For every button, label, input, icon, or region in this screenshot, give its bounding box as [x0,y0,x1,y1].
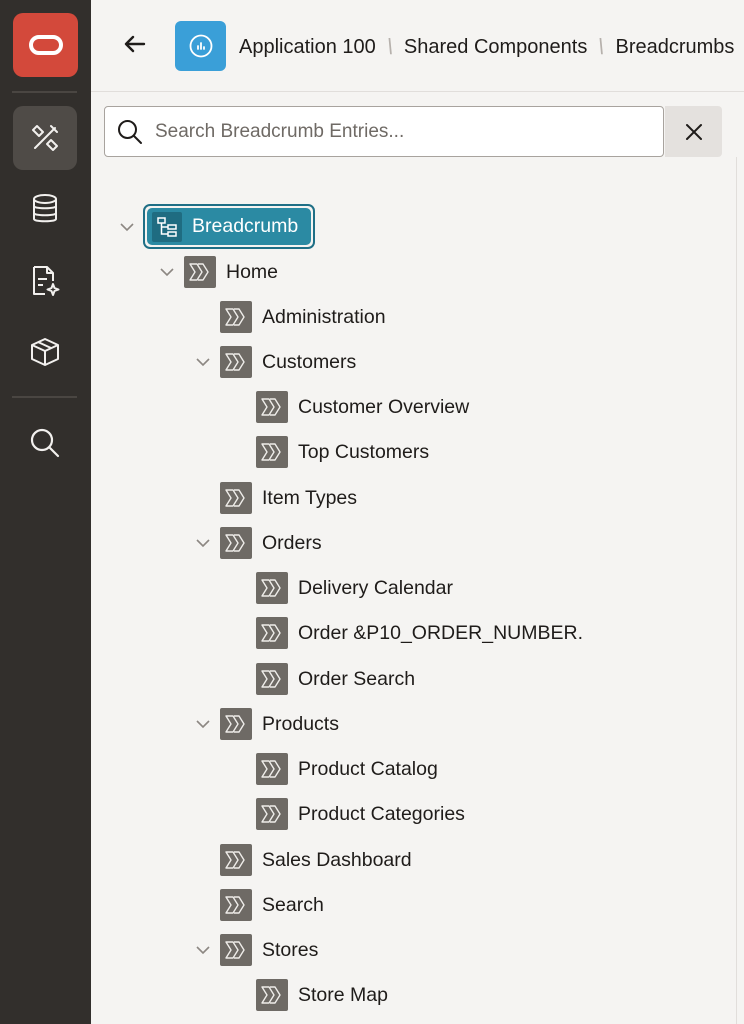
tree-node[interactable]: Search [220,885,324,925]
tree-node[interactable]: Stores [220,930,318,970]
breadcrumb-entry-icon [220,301,252,333]
side-rail [0,0,91,1024]
tree-node-label: Customer Overview [298,395,470,418]
tree-node[interactable]: Order &P10_ORDER_NUMBER. [256,613,583,653]
breadcrumb-entry-icon [256,391,288,423]
breadcrumb-entry-icon [256,617,288,649]
tree-node[interactable]: Product Categories [256,794,465,834]
rail-divider [12,396,77,398]
tree-node[interactable]: Products [220,704,339,744]
page-header: Application 100 \ Shared Components \ Br… [91,0,744,92]
breadcrumb-entry-icon [220,844,252,876]
tree-node[interactable]: Administration [220,297,386,337]
tree-node[interactable]: Store Map [256,975,388,1015]
search-box [104,106,664,157]
tree-node[interactable]: Delivery Calendar [256,568,453,608]
tree-node[interactable]: Sales Dashboard [220,840,412,880]
tree-node-label: Product Catalog [298,757,438,780]
tree-node-label: Home [226,260,279,283]
tree-node-label: Administration [262,305,386,328]
tree-node[interactable]: Product Catalog [256,749,438,789]
tree-node-label: Top Customers [298,440,430,463]
clear-search-button[interactable] [665,106,722,157]
database-icon[interactable] [13,177,77,241]
breadcrumb-entry-icon [220,346,252,378]
breadcrumb-application[interactable]: Application 100 [239,36,376,59]
breadcrumb-breadcrumbs[interactable]: Breadcrumbs [615,36,734,59]
breadcrumb: Application 100 \ Shared Components \ Br… [239,34,734,60]
tree-node-label: Item Types [262,486,358,509]
tree-root-breadcrumb[interactable]: Breadcrumb [143,204,315,249]
oracle-logo[interactable] [13,13,78,77]
tree-node-label: Customers [262,350,357,373]
tree-node-label: Search [262,893,324,916]
search-icon [116,118,144,151]
back-arrow-icon[interactable] [121,30,149,58]
breadcrumb-entry-icon [256,753,288,785]
tree-node-label: Stores [262,938,319,961]
hierarchy-icon [152,211,182,242]
close-icon [685,123,702,140]
chevron-down-icon[interactable] [117,217,137,237]
tree-node[interactable]: Customers [220,342,356,382]
breadcrumb-entry-icon [220,889,252,921]
search-icon[interactable] [13,411,77,475]
tree-node[interactable]: Home [184,252,278,292]
tree-root-label: Breadcrumb [192,215,299,237]
tree-node[interactable]: Item Types [220,478,357,518]
tree-node-label: Delivery Calendar [298,576,453,599]
chevron-down-icon[interactable] [193,533,213,553]
breadcrumb-entry-icon [220,527,252,559]
breadcrumb-entry-icon [184,256,216,288]
package-icon[interactable] [13,320,77,384]
chevron-down-icon[interactable] [193,714,213,734]
breadcrumb-entry-icon [220,708,252,740]
tree-node[interactable]: Orders [220,523,322,563]
tree-node-label: Product Categories [298,802,465,825]
tree-node[interactable]: Order Search [256,659,415,699]
tree-node-label: Order &P10_ORDER_NUMBER. [298,621,583,644]
chevron-down-icon[interactable] [157,262,177,282]
tree-node-label: Order Search [298,667,416,690]
rail-divider [12,91,77,93]
app-builder-icon[interactable] [13,106,77,170]
tree-node-label: Orders [262,531,322,554]
breadcrumb-separator: \ [384,34,396,59]
tree-node-label: Sales Dashboard [262,848,412,871]
breadcrumb-entry-icon [256,979,288,1011]
tree-node-label: Products [262,712,339,735]
breadcrumb-separator: \ [596,34,607,59]
breadcrumb-entry-icon [220,482,252,514]
panel-edge [736,157,744,1024]
breadcrumb-entry-icon [256,798,288,830]
tree-node[interactable]: Customer Overview [256,387,469,427]
breadcrumb-entry-icon [256,436,288,468]
breadcrumb-entry-icon [220,934,252,966]
breadcrumb-entry-icon [256,572,288,604]
search-input[interactable] [155,117,645,147]
tree-node-label: Store Map [298,983,388,1006]
chevron-down-icon[interactable] [193,352,213,372]
document-sparkle-icon[interactable] [13,249,77,313]
breadcrumb-entry-icon [256,663,288,695]
application-icon[interactable] [175,21,226,71]
tree-node[interactable]: Top Customers [256,432,429,472]
chevron-down-icon[interactable] [193,940,213,960]
breadcrumb-shared-components[interactable]: Shared Components [404,36,587,59]
